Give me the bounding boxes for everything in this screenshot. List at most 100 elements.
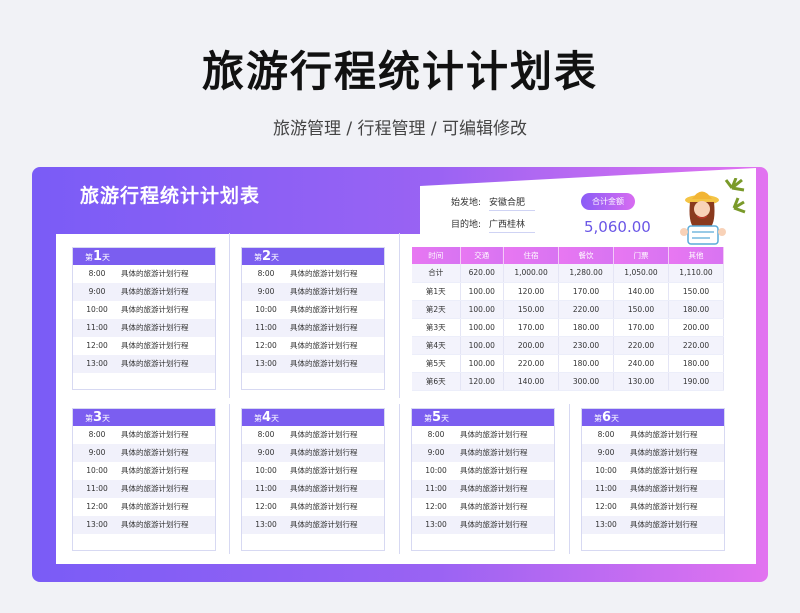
schedule-time: 11:00	[86, 484, 108, 493]
schedule-item[interactable]: 具体的旅游计划行程	[290, 337, 384, 355]
schedule-item[interactable]: 具体的旅游计划行程	[290, 283, 384, 301]
schedule-item[interactable]: 具体的旅游计划行程	[460, 498, 554, 516]
table-cell[interactable]: 140.00	[613, 282, 669, 301]
schedule-item[interactable]: 具体的旅游计划行程	[290, 516, 384, 534]
table-cell[interactable]: 200.00	[503, 336, 560, 355]
table-cell[interactable]: 150.00	[613, 300, 669, 319]
row-label: 第1天	[412, 282, 461, 301]
table-cell[interactable]: 120.00	[503, 282, 560, 301]
schedule-item[interactable]: 具体的旅游计划行程	[121, 283, 215, 301]
table-cell[interactable]: 220.00	[668, 336, 724, 355]
schedule-item[interactable]: 具体的旅游计划行程	[121, 301, 215, 319]
table-cell[interactable]: 150.00	[668, 282, 724, 301]
schedule-time: 8:00	[597, 430, 615, 439]
table-cell[interactable]: 120.00	[460, 372, 505, 391]
schedule-item[interactable]: 具体的旅游计划行程	[290, 301, 384, 319]
schedule-item[interactable]: 具体的旅游计划行程	[121, 480, 215, 498]
schedule-item[interactable]: 具体的旅游计划行程	[121, 319, 215, 337]
table-cell[interactable]: 200.00	[668, 318, 724, 337]
table-cell[interactable]: 220.00	[503, 354, 560, 373]
table-cell[interactable]: 180.00	[668, 354, 724, 373]
schedule-item[interactable]: 具体的旅游计划行程	[460, 444, 554, 462]
schedule-time: 12:00	[595, 502, 617, 511]
schedule-item[interactable]: 具体的旅游计划行程	[121, 355, 215, 373]
schedule-item[interactable]: 具体的旅游计划行程	[290, 426, 384, 444]
table-cell[interactable]: 100.00	[460, 282, 505, 301]
table-cell[interactable]: 300.00	[558, 372, 615, 391]
schedule-item[interactable]: 具体的旅游计划行程	[290, 462, 384, 480]
schedule-item[interactable]: 具体的旅游计划行程	[460, 426, 554, 444]
schedule-time: 11:00	[255, 484, 277, 493]
schedule-time: 13:00	[86, 520, 108, 529]
day-prefix: 第	[594, 414, 602, 423]
schedule-item[interactable]: 具体的旅游计划行程	[121, 426, 215, 444]
schedule-item[interactable]: 具体的旅游计划行程	[460, 516, 554, 534]
destination-field[interactable]: 广西桂林	[489, 217, 535, 233]
column-header: 餐饮	[558, 247, 615, 264]
schedule-item[interactable]: 具体的旅游计划行程	[121, 462, 215, 480]
table-cell[interactable]: 180.00	[558, 318, 615, 337]
schedule-time: 11:00	[595, 484, 617, 493]
schedule-row: 8:00 具体的旅游计划行程	[73, 265, 215, 283]
schedule-row: 13:00 具体的旅游计划行程	[73, 516, 215, 534]
total-amount-value: 5,060.00	[584, 218, 651, 236]
schedule-item[interactable]: 具体的旅游计划行程	[121, 498, 215, 516]
table-cell[interactable]: 100.00	[460, 354, 505, 373]
table-cell[interactable]: 170.00	[613, 318, 669, 337]
table-cell[interactable]: 1,280.00	[558, 264, 615, 283]
schedule-item[interactable]: 具体的旅游计划行程	[121, 265, 215, 283]
schedule-time: 12:00	[86, 341, 108, 350]
table-cell[interactable]: 220.00	[613, 336, 669, 355]
schedule-row: 12:00 具体的旅游计划行程	[412, 498, 554, 516]
schedule-item[interactable]: 具体的旅游计划行程	[290, 444, 384, 462]
schedule-item[interactable]: 具体的旅游计划行程	[460, 480, 554, 498]
table-cell[interactable]: 100.00	[460, 300, 505, 319]
schedule-item[interactable]: 具体的旅游计划行程	[290, 480, 384, 498]
schedule-row: 9:00 具体的旅游计划行程	[582, 444, 724, 462]
day-prefix: 第	[424, 414, 432, 423]
table-cell[interactable]: 100.00	[460, 336, 505, 355]
table-cell[interactable]: 130.00	[613, 372, 669, 391]
schedule-item[interactable]: 具体的旅游计划行程	[630, 426, 724, 444]
day-number: 3	[93, 410, 103, 425]
column-header: 其他	[668, 247, 724, 264]
table-cell[interactable]: 1,050.00	[613, 264, 669, 283]
schedule-item[interactable]: 具体的旅游计划行程	[121, 444, 215, 462]
column-header: 时间	[412, 247, 461, 264]
table-cell[interactable]: 240.00	[613, 354, 669, 373]
schedule-item[interactable]: 具体的旅游计划行程	[121, 516, 215, 534]
schedule-item[interactable]: 具体的旅游计划行程	[630, 480, 724, 498]
table-cell[interactable]: 180.00	[558, 354, 615, 373]
schedule-item[interactable]: 具体的旅游计划行程	[290, 498, 384, 516]
table-cell[interactable]: 150.00	[503, 300, 560, 319]
expense-summary-table: 时间 交通 住宿 餐饮 门票 其他 合计 620.00 1,000.00 1,280.00 1,0…	[412, 247, 724, 391]
traveler-illustration-icon	[680, 178, 746, 245]
table-cell[interactable]: 170.00	[503, 318, 560, 337]
schedule-item[interactable]: 具体的旅游计划行程	[290, 319, 384, 337]
table-cell[interactable]: 620.00	[460, 264, 505, 283]
table-cell[interactable]: 230.00	[558, 336, 615, 355]
schedule-item[interactable]: 具体的旅游计划行程	[290, 355, 384, 373]
schedule-row: 9:00 具体的旅游计划行程	[73, 283, 215, 301]
schedule-item[interactable]: 具体的旅游计划行程	[630, 444, 724, 462]
schedule-row: 11:00 具体的旅游计划行程	[73, 319, 215, 337]
table-cell[interactable]: 140.00	[503, 372, 560, 391]
schedule-time: 9:00	[427, 448, 445, 457]
schedule-item[interactable]: 具体的旅游计划行程	[630, 498, 724, 516]
row-label: 合计	[412, 264, 461, 283]
table-cell[interactable]: 220.00	[558, 300, 615, 319]
table-cell[interactable]: 1,000.00	[503, 264, 560, 283]
schedule-item[interactable]: 具体的旅游计划行程	[121, 337, 215, 355]
schedule-item[interactable]: 具体的旅游计划行程	[630, 516, 724, 534]
schedule-row: 10:00 具体的旅游计划行程	[73, 301, 215, 319]
table-cell[interactable]: 100.00	[460, 318, 505, 337]
table-cell[interactable]: 190.00	[668, 372, 724, 391]
schedule-item[interactable]: 具体的旅游计划行程	[290, 265, 384, 283]
table-cell[interactable]: 1,110.00	[668, 264, 724, 283]
day-number: 1	[93, 249, 103, 264]
table-cell[interactable]: 170.00	[558, 282, 615, 301]
schedule-item[interactable]: 具体的旅游计划行程	[460, 462, 554, 480]
schedule-item[interactable]: 具体的旅游计划行程	[630, 462, 724, 480]
origin-field[interactable]: 安徽合肥	[489, 195, 535, 211]
table-cell[interactable]: 180.00	[668, 300, 724, 319]
